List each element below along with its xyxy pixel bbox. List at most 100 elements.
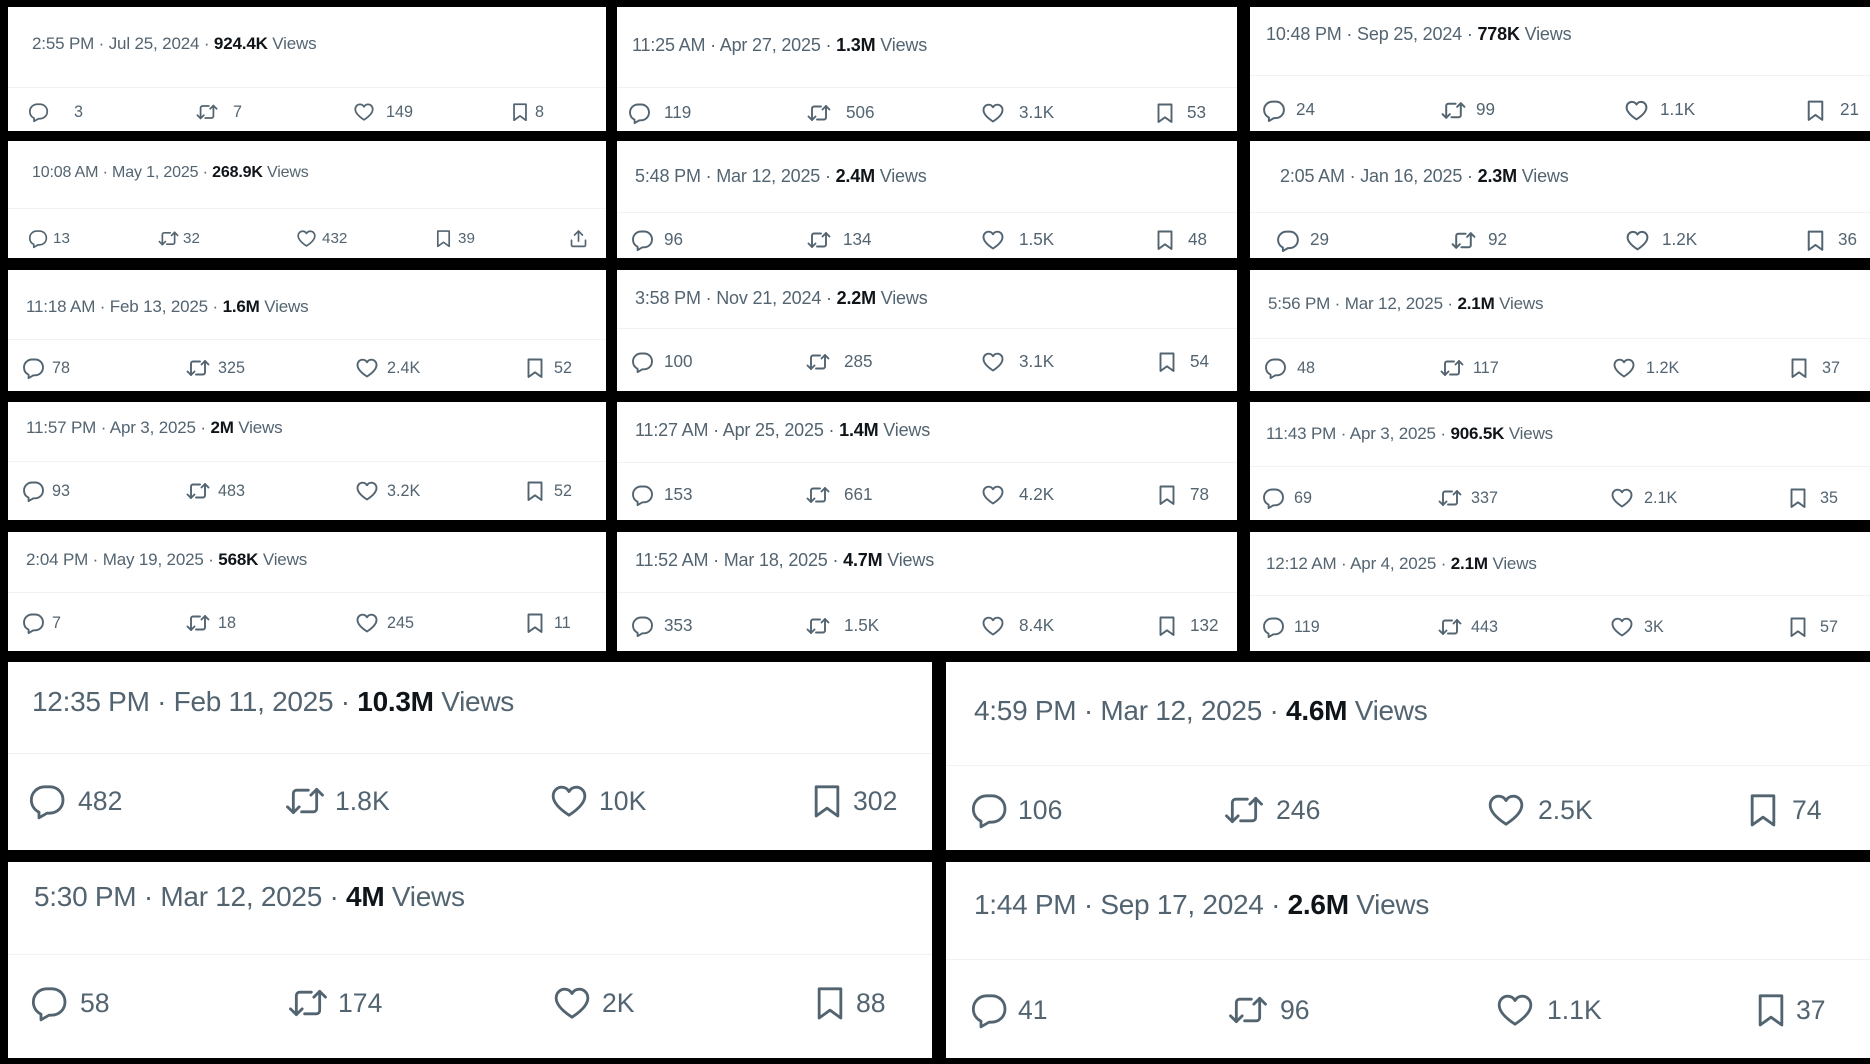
post-timestamp[interactable]: 11:27 AM · Apr 25, 2025 · — [635, 420, 839, 440]
reply-button[interactable]: 93 — [22, 479, 70, 503]
bookmark-button[interactable]: 37 — [1751, 990, 1826, 1030]
repost-button[interactable]: 99 — [1441, 98, 1495, 123]
bookmark-button[interactable]: 132 — [1155, 614, 1219, 638]
reply-button[interactable]: 119 — [1262, 615, 1320, 639]
bookmark-button[interactable]: 88 — [810, 983, 886, 1023]
repost-button[interactable]: 32 — [158, 228, 200, 249]
like-button[interactable]: 4.2K — [981, 483, 1054, 507]
like-button[interactable]: 8.4K — [981, 614, 1054, 638]
like-button[interactable]: 1.5K — [981, 228, 1054, 252]
bookmark-button[interactable]: 52 — [523, 479, 572, 503]
reply-button[interactable]: 58 — [30, 983, 110, 1023]
post-timestamp[interactable]: 10:08 AM · May 1, 2025 · — [32, 164, 212, 181]
bookmark-button[interactable]: 8 — [509, 101, 544, 123]
like-button[interactable]: 149 — [353, 101, 413, 123]
reply-button[interactable]: 41 — [970, 990, 1048, 1030]
reply-button[interactable]: 96 — [631, 228, 683, 252]
post-timestamp[interactable]: 11:52 AM · Mar 18, 2025 · — [635, 550, 843, 570]
repost-button[interactable]: 246 — [1224, 790, 1320, 830]
post-timestamp[interactable]: 5:56 PM · Mar 12, 2025 · — [1268, 294, 1457, 313]
bookmark-button[interactable]: 35 — [1786, 486, 1838, 510]
like-button[interactable]: 2.4K — [355, 356, 420, 380]
reply-button[interactable]: 482 — [28, 781, 122, 821]
like-button[interactable]: 1.1K — [1495, 990, 1602, 1030]
like-button[interactable]: 1.2K — [1625, 228, 1697, 253]
repost-button[interactable]: 337 — [1438, 486, 1498, 510]
post-timestamp[interactable]: 11:57 PM · Apr 3, 2025 · — [26, 418, 210, 437]
repost-button[interactable]: 1.5K — [806, 614, 879, 638]
like-button[interactable]: 1.1K — [1624, 98, 1695, 123]
bookmark-button[interactable]: 39 — [433, 228, 475, 249]
post-timestamp[interactable]: 2:55 PM · Jul 25, 2024 · — [32, 34, 214, 53]
reply-button[interactable]: 69 — [1262, 486, 1312, 510]
repost-button[interactable]: 92 — [1451, 228, 1507, 253]
repost-button[interactable]: 18 — [186, 611, 236, 635]
reply-button[interactable]: 48 — [1264, 356, 1315, 380]
reply-button[interactable]: 353 — [631, 614, 693, 638]
post-timestamp[interactable]: 4:59 PM · Mar 12, 2025 · — [974, 695, 1286, 726]
repost-button[interactable]: 134 — [807, 228, 872, 252]
reply-button[interactable]: 78 — [22, 356, 70, 380]
post-timestamp[interactable]: 10:48 PM · Sep 25, 2024 · — [1266, 24, 1477, 44]
post-timestamp[interactable]: 11:18 AM · Feb 13, 2025 · — [26, 297, 223, 316]
repost-button[interactable]: 174 — [288, 983, 382, 1023]
post-timestamp[interactable]: 12:12 AM · Apr 4, 2025 · — [1266, 554, 1451, 573]
post-timestamp[interactable]: 2:05 AM · Jan 16, 2025 · — [1280, 166, 1478, 186]
reply-icon — [23, 358, 44, 380]
like-button[interactable]: 1.2K — [1612, 356, 1679, 380]
repost-button[interactable]: 325 — [186, 356, 245, 380]
views-label: Views — [391, 881, 465, 913]
like-button[interactable]: 432 — [296, 228, 347, 249]
like-button[interactable]: 2K — [552, 983, 635, 1023]
bookmark-button[interactable]: 11 — [523, 611, 571, 635]
reply-button[interactable]: 3 — [28, 101, 83, 123]
reply-button[interactable]: 153 — [631, 483, 693, 507]
bookmark-button[interactable]: 57 — [1786, 615, 1838, 639]
post-timestamp[interactable]: 2:04 PM · May 19, 2025 · — [26, 550, 218, 569]
bookmark-button[interactable]: 53 — [1153, 101, 1206, 125]
divider — [8, 592, 606, 593]
repost-button[interactable]: 96 — [1228, 990, 1310, 1030]
repost-button[interactable]: 117 — [1440, 356, 1499, 380]
like-button[interactable]: 2.5K — [1486, 790, 1593, 830]
like-button[interactable]: 10K — [549, 781, 646, 821]
post-timestamp[interactable]: 5:30 PM · Mar 12, 2025 · — [34, 881, 346, 912]
reply-button[interactable]: 106 — [970, 790, 1062, 830]
reply-button[interactable]: 13 — [28, 228, 70, 249]
repost-button[interactable]: 1.8K — [285, 781, 390, 821]
bookmark-button[interactable]: 54 — [1155, 350, 1209, 374]
repost-button[interactable]: 506 — [807, 101, 875, 125]
share-button[interactable] — [568, 228, 589, 249]
bookmark-button[interactable]: 302 — [807, 781, 897, 821]
bookmark-button[interactable]: 78 — [1155, 483, 1209, 507]
bookmark-button[interactable]: 37 — [1787, 356, 1840, 380]
reply-button[interactable]: 24 — [1262, 98, 1315, 123]
post-timestamp[interactable]: 11:43 PM · Apr 3, 2025 · — [1266, 424, 1450, 443]
like-button[interactable]: 245 — [355, 611, 414, 635]
like-button[interactable]: 3.1K — [981, 350, 1054, 374]
post-timestamp[interactable]: 11:25 AM · Apr 27, 2025 · — [632, 35, 836, 55]
like-button[interactable]: 3.2K — [355, 479, 420, 503]
post-timestamp[interactable]: 1:44 PM · Sep 17, 2024 · — [974, 889, 1288, 920]
bookmark-button[interactable]: 36 — [1803, 228, 1857, 253]
repost-button[interactable]: 443 — [1438, 615, 1498, 639]
bookmark-button[interactable]: 21 — [1803, 98, 1859, 123]
bookmark-button[interactable]: 52 — [523, 356, 572, 380]
post-timestamp[interactable]: 12:35 PM · Feb 11, 2025 · — [32, 686, 357, 717]
reply-button[interactable]: 7 — [22, 611, 61, 635]
bookmark-button[interactable]: 74 — [1743, 790, 1822, 830]
post-timestamp[interactable]: 3:58 PM · Nov 21, 2024 · — [635, 288, 837, 308]
like-button[interactable]: 3K — [1610, 615, 1664, 639]
reply-button[interactable]: 100 — [631, 350, 693, 374]
bookmark-button[interactable]: 48 — [1153, 228, 1207, 252]
repost-button[interactable]: 661 — [806, 483, 873, 507]
repost-button[interactable]: 483 — [186, 479, 245, 503]
reply-button[interactable]: 29 — [1276, 228, 1329, 253]
repost-button[interactable]: 285 — [806, 350, 873, 374]
post-timestamp[interactable]: 5:48 PM · Mar 12, 2025 · — [635, 166, 836, 186]
repost-button[interactable]: 7 — [196, 101, 242, 123]
view-count: 924.4K — [213, 33, 268, 53]
like-button[interactable]: 2.1K — [1610, 486, 1677, 510]
reply-button[interactable]: 119 — [628, 101, 691, 125]
like-button[interactable]: 3.1K — [981, 101, 1054, 125]
